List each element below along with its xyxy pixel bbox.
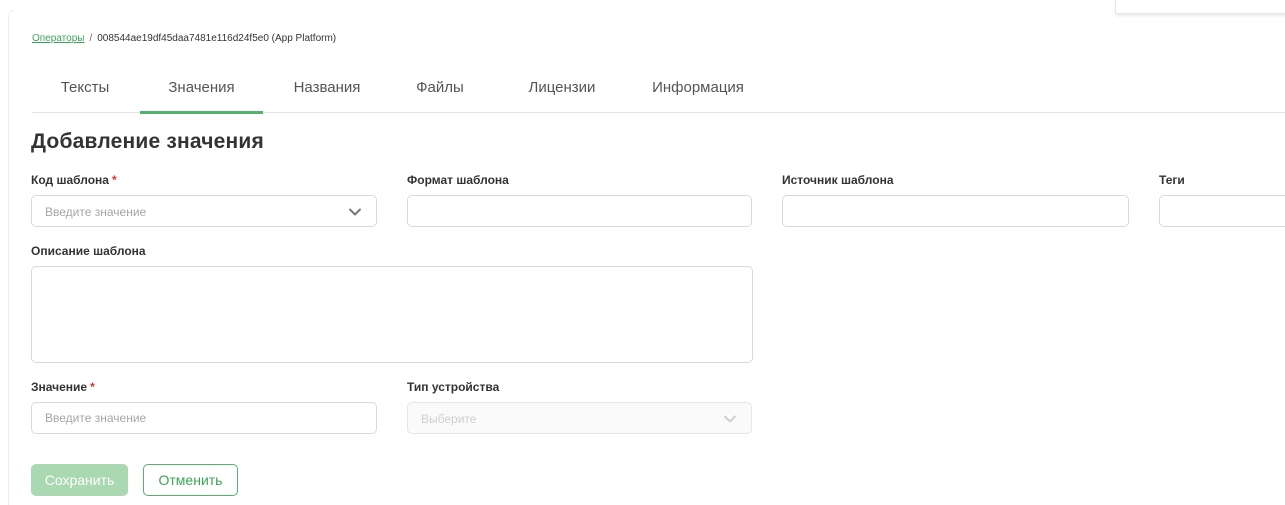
cancel-button[interactable]: Отменить [143,464,238,496]
tab-texts[interactable]: Тексты [35,70,135,113]
page: Операторы / 008544ae19df45daa7481e116d24f5… [0,0,1285,505]
save-button[interactable]: Сохранить [31,464,128,496]
panel-edge [8,10,14,505]
tab-files[interactable]: Файлы [400,70,480,113]
template-format-input[interactable] [407,195,752,227]
template-description-label: Описание шаблона [31,244,146,258]
template-code-placeholder: Введите значение [45,205,147,219]
template-source-input[interactable] [782,195,1129,227]
tab-information[interactable]: Информация [638,70,758,113]
device-type-placeholder: Выберите [421,412,477,426]
breadcrumb-separator: / [89,33,93,44]
template-code-label-text: Код шаблона [31,173,109,187]
template-description-textarea[interactable] [31,266,753,363]
template-code-label: Код шаблона * [31,173,117,187]
chevron-down-icon [724,415,736,423]
tab-names[interactable]: Названия [277,70,377,113]
tab-bar: Тексты Значения Названия Файлы Лицензии … [32,70,1285,114]
top-right-panel [1115,0,1285,14]
tags-label: Теги [1159,173,1185,187]
value-label: Значение * [31,380,95,394]
value-input[interactable] [31,402,377,434]
page-title: Добавление значения [31,130,264,153]
breadcrumb-current: 008544ae19df45daa7481e116d24f5e0 (App Pl… [97,33,337,44]
device-type-label: Тип устройства [407,380,500,394]
tab-values[interactable]: Значения [140,70,263,114]
required-mark: * [90,380,95,394]
template-source-label: Источник шаблона [782,173,894,187]
tab-licenses[interactable]: Лицензии [512,70,612,113]
breadcrumb-operators-link[interactable]: Операторы [32,33,84,44]
chevron-down-icon [349,208,361,216]
template-format-label: Формат шаблона [407,173,509,187]
value-label-text: Значение [31,380,88,394]
device-type-select[interactable]: Выберите [407,402,752,434]
template-code-select[interactable]: Введите значение [31,195,377,227]
breadcrumb: Операторы / 008544ae19df45daa7481e116d24f5… [32,33,336,44]
tags-input[interactable] [1159,195,1285,227]
required-mark: * [111,173,117,187]
